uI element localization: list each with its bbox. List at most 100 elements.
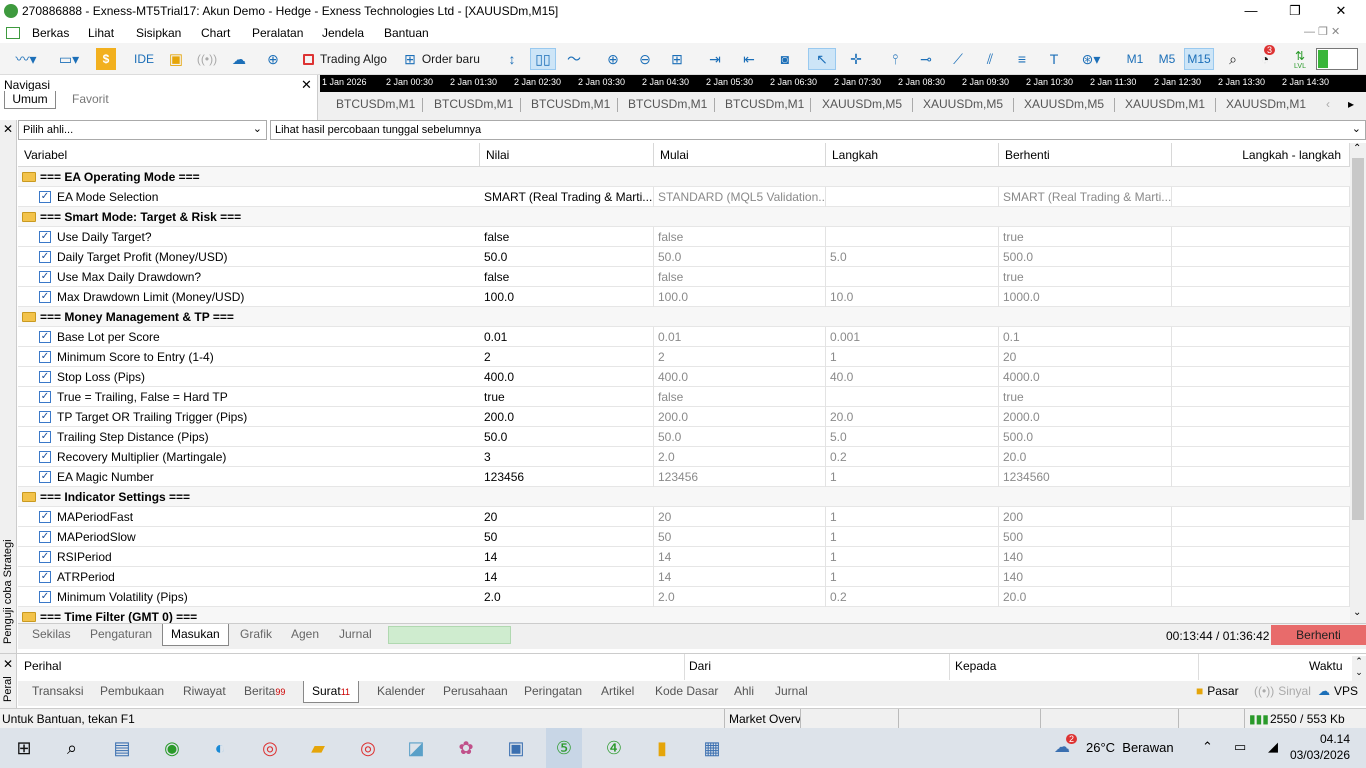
timeframe-m15[interactable]: M15 — [1184, 48, 1214, 70]
row-step[interactable] — [826, 387, 999, 407]
weather-text[interactable]: 26°C Berawan — [1086, 740, 1174, 755]
tab-ahli[interactable]: Ahli — [734, 684, 754, 698]
row-start[interactable]: 2.0 — [654, 587, 826, 607]
tile-windows-icon[interactable]: ⊞ — [666, 48, 688, 70]
row-step[interactable]: 20.0 — [826, 407, 999, 427]
column-header-langkah[interactable]: Langkah — [826, 143, 999, 167]
input-group-row[interactable]: === EA Operating Mode === — [18, 167, 1350, 187]
row-value[interactable]: 400.0 — [480, 367, 654, 387]
column-kepada[interactable]: Kepada — [955, 659, 996, 673]
navigator-close-icon[interactable]: ✕ — [301, 77, 312, 93]
text-icon[interactable]: T — [1044, 48, 1064, 70]
tab-surat[interactable]: Surat11 — [303, 681, 360, 703]
tab-agen[interactable]: Agen — [291, 627, 319, 641]
input-row[interactable]: ✓ EA Magic Number 123456 123456 1 1234560 — [18, 467, 1350, 487]
horizontal-line-icon[interactable]: ⊸ — [914, 48, 938, 70]
row-value[interactable]: 50.0 — [480, 427, 654, 447]
row-step[interactable]: 5.0 — [826, 247, 999, 267]
search-icon[interactable]: ⌕ — [1222, 48, 1244, 70]
menu-berkas[interactable]: Berkas — [32, 26, 69, 40]
workspace-icon[interactable] — [6, 27, 20, 39]
app-icon[interactable]: ▤ — [108, 734, 136, 762]
input-row[interactable]: ✓ MAPeriodSlow 50 50 1 500 — [18, 527, 1350, 547]
row-stop[interactable]: 20.0 — [999, 587, 1172, 607]
grid-scroll-thumb[interactable] — [1352, 158, 1364, 520]
folder-icon[interactable]: ▰ — [304, 734, 332, 762]
app-icon[interactable]: ✿ — [452, 734, 480, 762]
row-step[interactable]: 1 — [826, 547, 999, 567]
input-row[interactable]: ✓ Base Lot per Score 0.01 0.01 0.001 0.1 — [18, 327, 1350, 347]
stop-button[interactable]: Berhenti — [1271, 625, 1366, 645]
optimize-checkbox[interactable]: ✓ — [39, 591, 51, 603]
row-step[interactable]: 1 — [826, 347, 999, 367]
tab-grafik[interactable]: Grafik — [240, 627, 272, 641]
row-start[interactable]: false — [654, 267, 826, 287]
row-start[interactable]: 50.0 — [654, 247, 826, 267]
chart-tab[interactable]: BTCUSDm,M1 — [336, 97, 415, 111]
dollar-icon[interactable]: $ — [96, 48, 116, 70]
row-value[interactable]: 14 — [480, 567, 654, 587]
tab-pembukaan[interactable]: Pembukaan — [100, 684, 164, 698]
optimize-checkbox[interactable]: ✓ — [39, 531, 51, 543]
tab-kalender[interactable]: Kalender — [377, 684, 425, 698]
row-value[interactable]: false — [480, 227, 654, 247]
row-value[interactable]: 2 — [480, 347, 654, 367]
row-stop[interactable]: 4000.0 — [999, 367, 1172, 387]
input-row[interactable]: ✓ Stop Loss (Pips) 400.0 400.0 40.0 4000.0 — [18, 367, 1350, 387]
column-header-nilai[interactable]: Nilai — [480, 143, 654, 167]
row-stop[interactable]: 1234560 — [999, 467, 1172, 487]
ide-button[interactable]: IDE — [130, 48, 158, 70]
bag-icon[interactable]: ▣ — [166, 48, 186, 70]
input-group-row[interactable]: === Money Management & TP === — [18, 307, 1350, 327]
optimize-checkbox[interactable]: ✓ — [39, 191, 51, 203]
input-row[interactable]: ✓ Max Drawdown Limit (Money/USD) 100.0 100.… — [18, 287, 1350, 307]
close-button[interactable]: ✕ — [1318, 0, 1364, 23]
optimize-checkbox[interactable]: ✓ — [39, 511, 51, 523]
row-value[interactable]: 14 — [480, 547, 654, 567]
chart-tab[interactable]: BTCUSDm,M1 — [628, 97, 707, 111]
row-start[interactable]: 100.0 — [654, 287, 826, 307]
chevron-up-icon[interactable]: ⌃ — [1202, 739, 1213, 755]
timeframe-m1[interactable]: M1 — [1122, 48, 1148, 70]
bar-chart-icon[interactable]: ↕ — [500, 48, 524, 70]
row-step[interactable] — [826, 267, 999, 287]
tab-berita[interactable]: Berita99 — [244, 684, 285, 698]
chart-tab[interactable]: BTCUSDm,M1 — [725, 97, 804, 111]
input-group-row[interactable]: === Smart Mode: Target & Risk === — [18, 207, 1350, 227]
optimize-checkbox[interactable]: ✓ — [39, 391, 51, 403]
line-chart-icon[interactable]: 〜 — [562, 48, 586, 70]
row-stop[interactable]: 500 — [999, 527, 1172, 547]
row-value[interactable]: SMART (Real Trading & Marti... — [480, 187, 654, 207]
market-button[interactable]: ■ Pasar — [1196, 684, 1239, 698]
optimize-checkbox[interactable]: ✓ — [39, 431, 51, 443]
input-row[interactable]: ✓ Minimum Score to Entry (1-4) 2 2 1 20 — [18, 347, 1350, 367]
input-row[interactable]: ✓ EA Mode Selection SMART (Real Trading & … — [18, 187, 1350, 207]
row-value[interactable]: 123456 — [480, 467, 654, 487]
fibonacci-icon[interactable]: ≡ — [1010, 48, 1034, 70]
row-stop[interactable]: 200 — [999, 507, 1172, 527]
trend-line-icon[interactable]: ⟋ — [946, 48, 970, 70]
chart-tab[interactable]: XAUUSDm,M5 — [1024, 97, 1104, 111]
chrome-icon[interactable]: ◎ — [256, 734, 284, 762]
row-value[interactable]: 2.0 — [480, 587, 654, 607]
input-group-row[interactable]: === Time Filter (GMT 0) === — [18, 607, 1350, 623]
history-select[interactable]: Lihat hasil percobaan tunggal sebelumnya… — [270, 120, 1366, 140]
zoom-in-icon[interactable]: ⊕ — [602, 48, 624, 70]
row-value[interactable]: 3 — [480, 447, 654, 467]
row-start[interactable]: 123456 — [654, 467, 826, 487]
metaeditor-icon[interactable]: ▮ — [648, 734, 676, 762]
zoom-out-icon[interactable]: ⊖ — [634, 48, 656, 70]
row-stop[interactable]: true — [999, 387, 1172, 407]
optimize-checkbox[interactable]: ✓ — [39, 351, 51, 363]
row-value[interactable]: 50 — [480, 527, 654, 547]
row-step[interactable]: 5.0 — [826, 427, 999, 447]
tab-jurnal-toolbox[interactable]: Jurnal — [775, 684, 808, 698]
crosshair-icon[interactable]: ✛ — [844, 48, 868, 70]
input-row[interactable]: ✓ MAPeriodFast 20 20 1 200 — [18, 507, 1350, 527]
column-header-mulai[interactable]: Mulai — [654, 143, 826, 167]
row-stop[interactable]: 0.1 — [999, 327, 1172, 347]
column-dari[interactable]: Dari — [689, 659, 711, 673]
row-start[interactable]: 0.01 — [654, 327, 826, 347]
optimize-checkbox[interactable]: ✓ — [39, 471, 51, 483]
input-row[interactable]: ✓ ATRPeriod 14 14 1 140 — [18, 567, 1350, 587]
